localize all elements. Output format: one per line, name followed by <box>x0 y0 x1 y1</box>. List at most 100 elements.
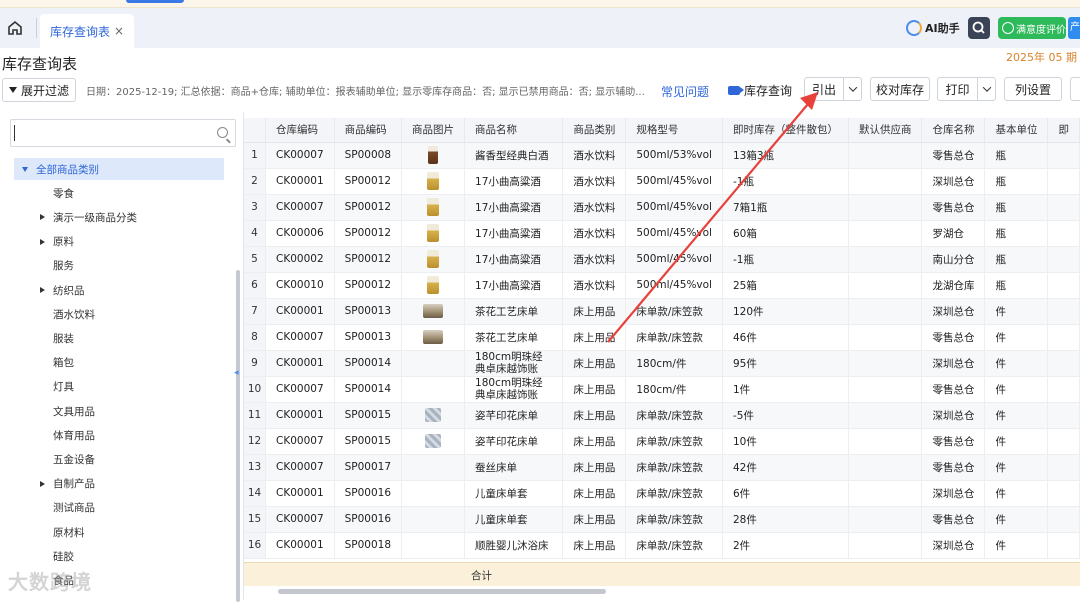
tree-item[interactable]: 原材料 <box>14 521 224 543</box>
search-icon[interactable] <box>968 17 990 39</box>
table-row[interactable]: 2 CK00001 SP00012 17小曲高粱酒 酒水饮料 500ml/45%vol -1… <box>244 168 1080 195</box>
caret-right-icon[interactable] <box>40 287 45 293</box>
product-thumbnail[interactable] <box>428 146 439 164</box>
cell-unit: 件 <box>984 454 1049 481</box>
tree-item[interactable]: 箱包 <box>14 352 224 374</box>
cell-unit: 瓶 <box>984 246 1049 273</box>
print-button[interactable]: 打印 <box>937 77 996 101</box>
tree-item[interactable]: 演示一级商品分类 <box>14 206 224 228</box>
caret-right-icon[interactable] <box>40 480 45 487</box>
product-thumbnail[interactable] <box>423 304 444 318</box>
product-thumbnail[interactable] <box>427 276 440 294</box>
table-row[interactable]: 6 CK00010 SP00012 17小曲高粱酒 酒水饮料 500ml/45%vol 25… <box>244 272 1080 299</box>
table-row[interactable]: 5 CK00002 SP00012 17小曲高粱酒 酒水饮料 500ml/45%vol -1… <box>244 246 1080 273</box>
table-row[interactable]: 8 CK00007 SP00013 茶花工艺床单 床上用品 床单款/床笠款 46件 零售总仓件 <box>244 324 1080 351</box>
table-row[interactable]: 9 CK00001 SP00014 180cm明珠经典卓床越饰账 床上用品 180cm/件… <box>244 350 1080 377</box>
column-header[interactable]: 规格型号 <box>625 118 723 143</box>
column-settings-button[interactable]: 列设置 <box>1004 77 1062 101</box>
column-header[interactable] <box>244 118 266 143</box>
product-thumbnail[interactable] <box>427 198 440 216</box>
table-row[interactable]: 1 CK00007 SP00008 酱香型经典白酒 酒水饮料 500ml/53%vol 13… <box>244 142 1080 169</box>
product-thumbnail[interactable] <box>425 408 442 422</box>
cell-spec: 床单款/床笠款 <box>625 454 723 481</box>
inventory-query-video-link[interactable]: 库存查询 <box>728 82 792 99</box>
reconcile-inventory-button[interactable]: 校对库存 <box>870 77 930 101</box>
close-icon[interactable]: × <box>114 24 124 38</box>
table-row[interactable]: 14 CK00001 SP00016 儿童床单套 床上用品 床单款/床笠款 6件 深圳总仓件 <box>244 480 1080 507</box>
horizontal-scrollbar[interactable] <box>278 589 606 594</box>
table-row[interactable]: 3 CK00007 SP00012 17小曲高粱酒 酒水饮料 500ml/45%vol 7箱… <box>244 194 1080 221</box>
table-row[interactable]: 4 CK00006 SP00012 17小曲高粱酒 酒水饮料 500ml/45%vol 60… <box>244 220 1080 247</box>
column-header[interactable]: 商品编码 <box>334 118 403 143</box>
column-header[interactable]: 商品类别 <box>562 118 627 143</box>
product-thumbnail[interactable] <box>427 172 440 190</box>
tree-item[interactable]: 零食 <box>14 182 224 204</box>
cell-cat: 床上用品 <box>562 454 627 481</box>
tree-item[interactable]: 服务 <box>14 255 224 277</box>
cell-stock: 28件 <box>722 506 849 533</box>
tree-item-label: 纺织品 <box>53 284 85 297</box>
tree-item[interactable]: 灯具 <box>14 376 224 398</box>
table-row[interactable]: 16 CK00001 SP00018 顺胜婴儿沐浴床 床上用品 床单款/床笠款 2件 深圳总仓… <box>244 532 1080 559</box>
column-header[interactable]: 默认供应商 <box>848 118 923 143</box>
tab-label: 库存查询表 <box>50 24 111 39</box>
tree-item[interactable]: 体育用品 <box>14 424 224 446</box>
tree-item[interactable]: 纺织品 <box>14 279 224 301</box>
caret-right-icon[interactable] <box>40 238 45 245</box>
column-header[interactable]: 即时库存（整件散包） <box>722 118 849 143</box>
caret-right-icon[interactable] <box>40 214 45 221</box>
cell-wh-name: 零售总仓 <box>921 194 986 221</box>
table-row[interactable]: 15 CK00007 SP00016 儿童床单套 床上用品 床单款/床笠款 28件 零售总仓件 <box>244 506 1080 533</box>
tree-item[interactable]: 服装 <box>14 327 224 349</box>
tab-inventory-query[interactable]: 库存查询表 × <box>40 14 135 48</box>
cell-cat: 酒水饮料 <box>562 272 627 299</box>
table-row[interactable]: 13 CK00007 SP00017 蚕丝床单 床上用品 床单款/床笠款 42件 零售总仓件 <box>244 454 1080 481</box>
cell-truncated <box>1047 272 1080 299</box>
column-header[interactable]: 基本单位 <box>984 118 1049 143</box>
search-icon[interactable] <box>217 127 228 138</box>
cell-sku: SP00012 <box>334 194 403 221</box>
faq-link[interactable]: 常见问题 <box>661 83 709 100</box>
tree-item[interactable]: 全部商品类别 <box>14 158 224 180</box>
tree-scrollbar[interactable] <box>236 270 240 602</box>
chevron-down-icon[interactable] <box>977 78 995 100</box>
column-header[interactable]: 即 <box>1047 118 1080 143</box>
cell-supplier <box>848 194 923 221</box>
cell-cat: 酒水饮料 <box>562 168 627 195</box>
export-button[interactable]: 引出 <box>804 77 862 101</box>
chevron-down-icon[interactable] <box>843 78 861 100</box>
tree-item[interactable]: 自制产品 <box>14 473 224 495</box>
tree-item[interactable]: 五金设备 <box>14 448 224 470</box>
column-header[interactable]: 商品名称 <box>464 118 564 143</box>
table-row[interactable]: 10 CK00007 SP00014 180cm明珠经典卓床越饰账 床上用品 180cm/… <box>244 376 1080 403</box>
tree-item[interactable]: 测试商品 <box>14 497 224 519</box>
product-thumbnail[interactable] <box>423 330 444 344</box>
column-header[interactable]: 仓库名称 <box>921 118 986 143</box>
cell-spec: 床单款/床笠款 <box>625 506 723 533</box>
column-header[interactable]: 商品图片 <box>401 118 466 143</box>
cell-name: 酱香型经典白酒 <box>464 142 564 169</box>
table-row[interactable]: 12 CK00007 SP00015 姿芊印花床单 床上用品 床单款/床笠款 10件 零售总仓… <box>244 428 1080 455</box>
expand-filter-button[interactable]: 展开过滤 <box>2 78 76 102</box>
cell-name: 17小曲高粱酒 <box>464 272 564 299</box>
satisfaction-button[interactable]: 满意度评价 <box>998 17 1066 39</box>
table-row[interactable]: 7 CK00001 SP00013 茶花工艺床单 床上用品 床单款/床笠款 120件 深圳总仓… <box>244 298 1080 325</box>
column-header[interactable]: 仓库编码 <box>265 118 335 143</box>
ai-helper-button[interactable]: AI助手 <box>906 18 960 38</box>
collapse-panel-icon[interactable]: ◂ <box>234 368 244 382</box>
tree-item[interactable]: 文具用品 <box>14 400 224 422</box>
product-thumbnail[interactable] <box>427 250 440 268</box>
caret-down-icon[interactable] <box>22 166 28 172</box>
cell-supplier <box>848 532 923 559</box>
product-thumbnail[interactable] <box>427 224 440 242</box>
tree-item[interactable]: 酒水饮料 <box>14 303 224 325</box>
category-search-input[interactable] <box>10 119 236 147</box>
product-edge-button[interactable]: 产 <box>1068 17 1080 39</box>
table-row[interactable]: 11 CK00001 SP00015 姿芊印花床单 床上用品 床单款/床笠款 -5件 深圳总仓… <box>244 402 1080 429</box>
home-icon[interactable] <box>6 19 24 37</box>
tree-item[interactable]: 硅胶 <box>14 545 224 567</box>
tree-item[interactable]: 原料 <box>14 231 224 253</box>
more-button[interactable] <box>1070 77 1080 101</box>
product-thumbnail[interactable] <box>425 434 442 448</box>
cell-stock: 7箱1瓶 <box>722 194 849 221</box>
